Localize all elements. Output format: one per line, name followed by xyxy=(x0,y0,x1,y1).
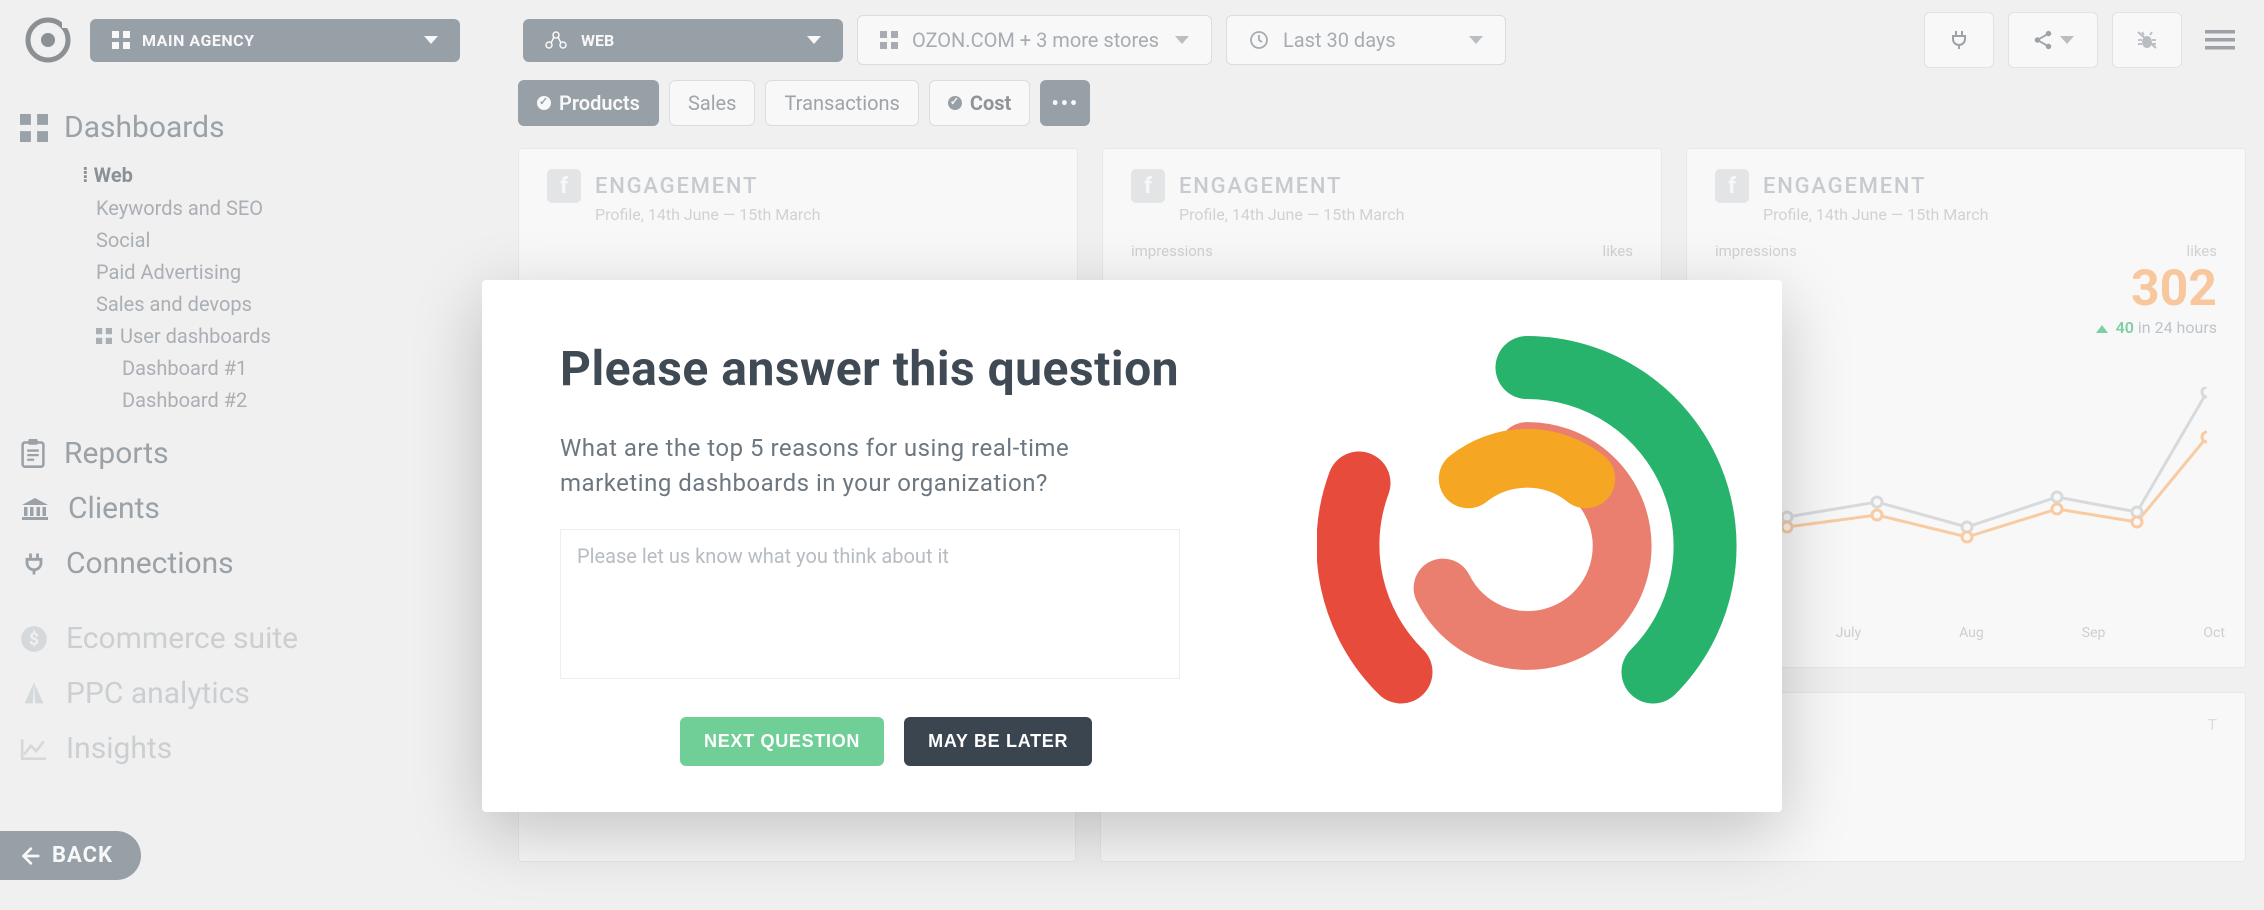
modal-answer-input[interactable] xyxy=(560,529,1180,679)
survey-modal: Please answer this question What are the… xyxy=(482,280,1782,812)
donut-chart-icon xyxy=(1317,336,1737,756)
maybe-later-button[interactable]: MAY BE LATER xyxy=(904,717,1092,766)
modal-overlay: Please answer this question What are the… xyxy=(0,0,2264,910)
next-question-button[interactable]: NEXT QUESTION xyxy=(680,717,884,766)
modal-title: Please answer this question xyxy=(560,340,1222,397)
modal-question: What are the top 5 reasons for using rea… xyxy=(560,431,1140,501)
modal-graphic xyxy=(1272,280,1782,812)
